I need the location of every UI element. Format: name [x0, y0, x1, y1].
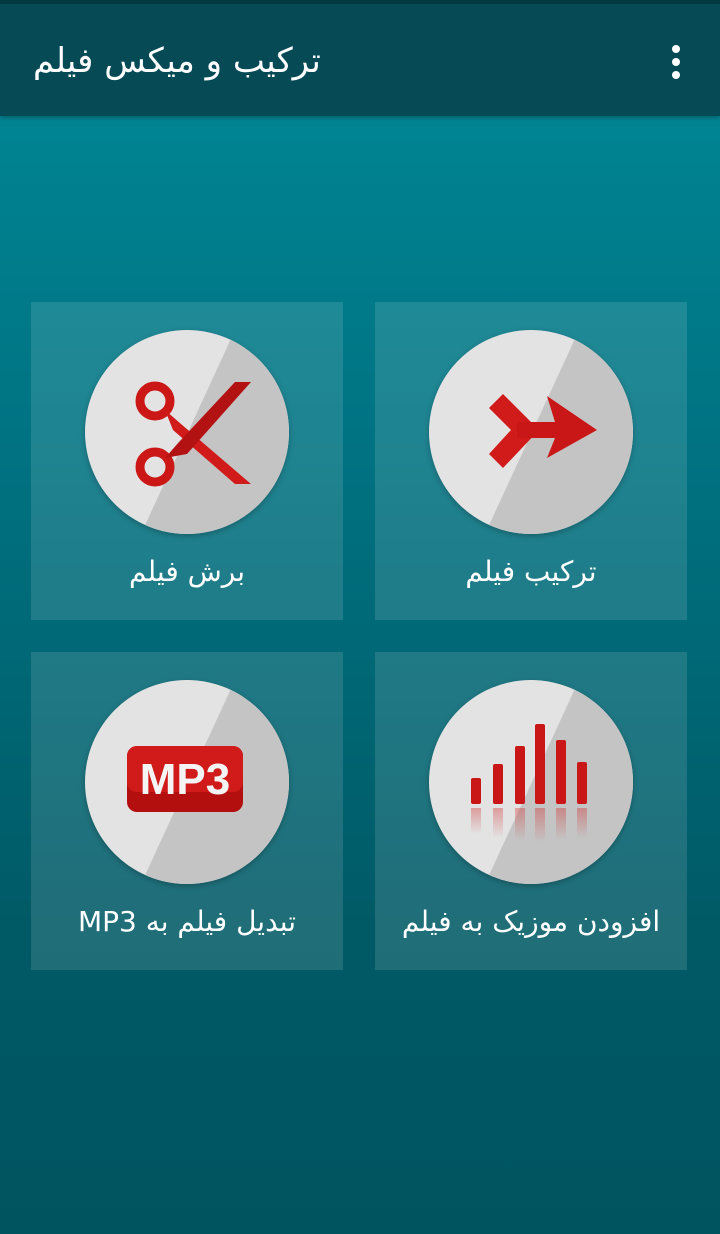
app-bar: ترکیب و میکس فیلم: [0, 4, 720, 116]
mp3-icon-text: MP3: [140, 755, 230, 804]
merge-video-label: ترکیب فیلم: [465, 555, 597, 588]
cut-video-label: برش فیلم: [128, 555, 246, 588]
scissors-icon: [85, 330, 289, 534]
mp3-icon: MP3: [85, 680, 289, 884]
add-music-tile[interactable]: افزودن موزیک به فیلم: [375, 652, 687, 970]
convert-to-mp3-label: تبدیل فیلم به MP3: [77, 905, 297, 938]
audio-bars-icon: [429, 680, 633, 884]
overflow-menu-dot: [672, 58, 680, 66]
overflow-menu-dot: [672, 71, 680, 79]
merge-arrow-icon: [429, 330, 633, 534]
overflow-menu-button[interactable]: [652, 38, 700, 86]
app-title: ترکیب و میکس فیلم: [33, 41, 321, 81]
overflow-menu-icon: [672, 45, 680, 53]
merge-video-tile[interactable]: ترکیب فیلم: [375, 302, 687, 620]
cut-video-tile[interactable]: برش فیلم: [31, 302, 343, 620]
convert-to-mp3-tile[interactable]: MP3 تبدیل فیلم به MP3: [31, 652, 343, 970]
add-music-label: افزودن موزیک به فیلم: [401, 905, 661, 938]
